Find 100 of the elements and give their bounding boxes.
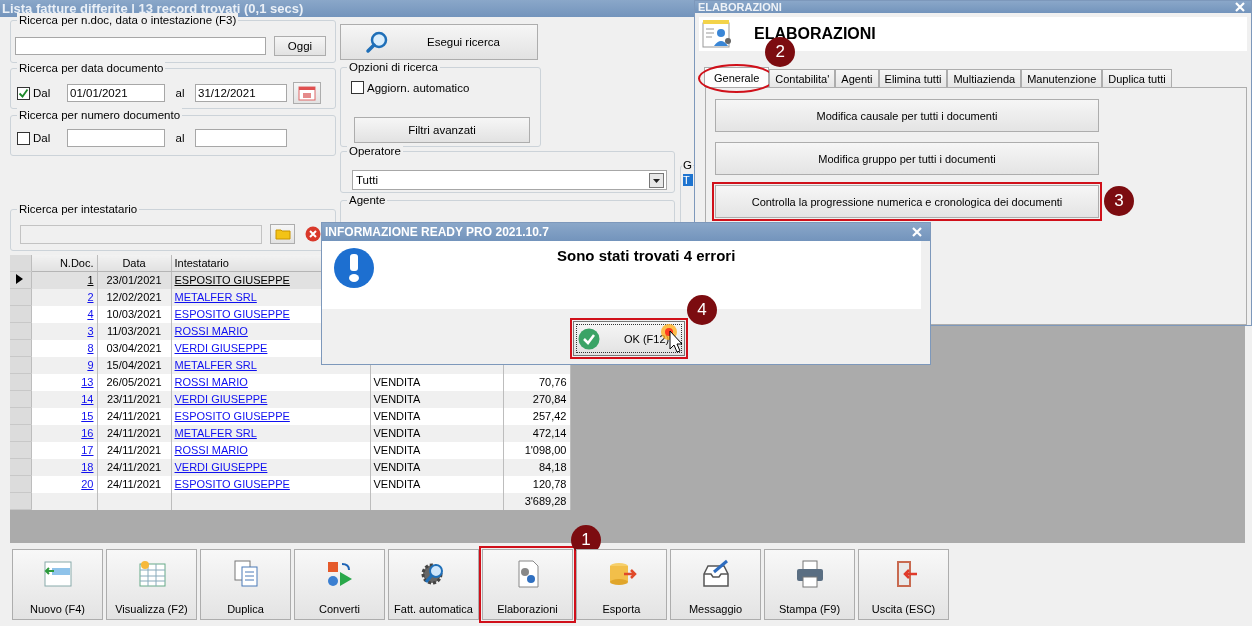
search-button[interactable]: Esegui ricerca — [340, 24, 538, 61]
checkbox[interactable] — [17, 131, 30, 145]
table-row[interactable]: 14 23/11/2021 VERDI GIUSEPPE VENDITA 270,84 — [10, 390, 570, 408]
table-cell: 472,14 — [532, 426, 567, 439]
customer-link[interactable]: VERDI GIUSEPPE — [174, 460, 268, 473]
search-field[interactable] — [15, 37, 266, 55]
number-field[interactable] — [67, 129, 165, 147]
date-field[interactable]: 01/01/2021 — [67, 84, 165, 102]
table-row[interactable]: 17 24/11/2021 ROSSI MARIO VENDITA 1'098,00 — [10, 441, 570, 459]
table-cell: 270,84 — [532, 392, 567, 405]
search-icon — [365, 30, 389, 55]
advanced-filters-button[interactable]: Filtri avanzati — [354, 117, 530, 144]
tab[interactable]: Generale — [704, 67, 770, 87]
table-cell: 84,18 — [538, 460, 567, 473]
toolbar-button[interactable]: Nuovo (F4) — [12, 549, 103, 620]
checkbox-label: Dal — [33, 87, 52, 99]
checkmark-icon — [578, 327, 600, 350]
calendar-button[interactable] — [293, 82, 321, 104]
table-cell: 11/03/2021 — [97, 322, 171, 340]
table-cell: 03/04/2021 — [97, 339, 171, 357]
clear-icon[interactable] — [305, 226, 321, 242]
table-cell: 70,76 — [538, 375, 567, 388]
checkbox[interactable] — [351, 81, 364, 95]
table-cell: 24/11/2021 — [97, 424, 171, 442]
tab[interactable]: Elimina tutti — [878, 69, 948, 87]
table-cell: 24/11/2021 — [97, 441, 171, 459]
close-icon[interactable] — [1235, 2, 1245, 12]
tab[interactable]: Duplica tutti — [1102, 69, 1172, 87]
customer-link[interactable]: VERDI GIUSEPPE — [174, 341, 268, 354]
table-row[interactable]: 20 24/11/2021 ESPOSITO GIUSEPPE VENDITA 120,78 — [10, 475, 570, 493]
customer-link[interactable]: VERDI GIUSEPPE — [174, 392, 268, 405]
customer-link[interactable]: ESPOSITO GIUSEPPE — [174, 477, 290, 490]
action-button[interactable]: Modifica causale per tutti i documenti — [715, 99, 1099, 132]
group-label: G — [682, 158, 693, 172]
checkbox-label: Dal — [33, 132, 52, 144]
toolbar-button[interactable]: Duplica — [200, 549, 291, 620]
action-button[interactable]: Controlla la progressione numerica e cronologica dei documenti — [715, 185, 1099, 218]
document-link[interactable]: 18 — [81, 460, 94, 473]
table-cell: 12/02/2021 — [97, 288, 171, 306]
customer-link[interactable]: ROSSI MARIO — [174, 324, 248, 337]
number-field[interactable] — [195, 129, 287, 147]
document-link[interactable]: 17 — [81, 443, 94, 456]
dialog-message: Sono stati trovati 4 errori — [557, 247, 736, 264]
toolbar-button[interactable]: Converti — [294, 549, 385, 620]
tab[interactable]: Agenti — [835, 69, 879, 87]
customer-link[interactable]: METALFER SRL — [174, 358, 257, 371]
customer-link[interactable]: ROSSI MARIO — [174, 443, 248, 456]
total-amount: 3'689,28 — [524, 494, 567, 507]
window-title: ELABORAZIONI — [698, 1, 782, 13]
table-cell: 24/11/2021 — [97, 475, 171, 493]
document-link[interactable]: 14 — [81, 392, 94, 405]
table-row[interactable]: 15 24/11/2021 ESPOSITO GIUSEPPE VENDITA 257,42 — [10, 407, 570, 425]
date-field[interactable]: 31/12/2021 — [195, 84, 287, 102]
list-item[interactable]: T — [683, 174, 693, 186]
folder-button[interactable] — [270, 224, 295, 244]
customer-link[interactable]: ROSSI MARIO — [174, 375, 248, 388]
tab[interactable]: Multiazienda — [947, 69, 1022, 87]
group-label: Ricerca per data documento — [17, 61, 166, 75]
toolbar-button[interactable]: Esporta — [576, 549, 667, 620]
close-icon[interactable] — [912, 227, 922, 237]
document-link[interactable]: 15 — [81, 409, 94, 422]
document-link[interactable]: 3 — [87, 324, 94, 337]
column-header[interactable]: Data — [97, 255, 171, 272]
tab[interactable]: Contabilita' — [769, 69, 836, 87]
customer-link[interactable]: METALFER SRL — [174, 426, 257, 439]
toolbar-button[interactable]: Visualizza (F2) — [106, 549, 197, 620]
customer-link[interactable]: ESPOSITO GIUSEPPE — [174, 273, 290, 286]
tab[interactable]: Manutenzione — [1021, 69, 1103, 87]
ok-button[interactable]: OK (F12) — [573, 321, 685, 356]
checkbox[interactable] — [17, 86, 30, 100]
document-link[interactable]: 1 — [87, 273, 94, 286]
toolbar-button[interactable]: Stampa (F9) — [764, 549, 855, 620]
table-row[interactable]: 18 24/11/2021 VERDI GIUSEPPE VENDITA 84,18 — [10, 458, 570, 476]
column-header[interactable]: N.Doc. — [31, 255, 97, 272]
customer-link[interactable]: METALFER SRL — [174, 290, 257, 303]
toolbar-button[interactable]: Messaggio — [670, 549, 761, 620]
operator-dropdown[interactable]: Tutti — [352, 170, 667, 191]
document-link[interactable]: 9 — [87, 358, 94, 371]
group-label: Ricerca per intestatario — [17, 202, 140, 216]
document-link[interactable]: 13 — [81, 375, 94, 388]
action-button[interactable]: Modifica gruppo per tutti i documenti — [715, 142, 1099, 175]
group-label: Operatore — [347, 144, 403, 159]
table-cell: VENDITA — [373, 477, 421, 490]
document-link[interactable]: 20 — [81, 477, 94, 490]
toolbar-button[interactable]: Fatt. automatica — [388, 549, 479, 620]
customer-link[interactable]: ESPOSITO GIUSEPPE — [174, 307, 290, 320]
table-cell: 10/03/2021 — [97, 305, 171, 323]
table-cell: 257,42 — [532, 409, 567, 422]
table-row[interactable]: 16 24/11/2021 METALFER SRL VENDITA 472,14 — [10, 424, 570, 442]
table-cell: VENDITA — [373, 392, 421, 405]
document-link[interactable]: 2 — [87, 290, 94, 303]
toolbar-button[interactable]: Uscita (ESC) — [858, 549, 949, 620]
document-link[interactable]: 4 — [87, 307, 94, 320]
customer-link[interactable]: ESPOSITO GIUSEPPE — [174, 409, 290, 422]
document-link[interactable]: 8 — [87, 341, 94, 354]
today-button[interactable]: Oggi — [274, 36, 326, 56]
table-row[interactable]: 13 26/05/2021 ROSSI MARIO VENDITA 70,76 — [10, 373, 570, 391]
table-cell: VENDITA — [373, 409, 421, 422]
document-link[interactable]: 16 — [81, 426, 94, 439]
toolbar-button[interactable]: Elaborazioni — [482, 549, 573, 620]
